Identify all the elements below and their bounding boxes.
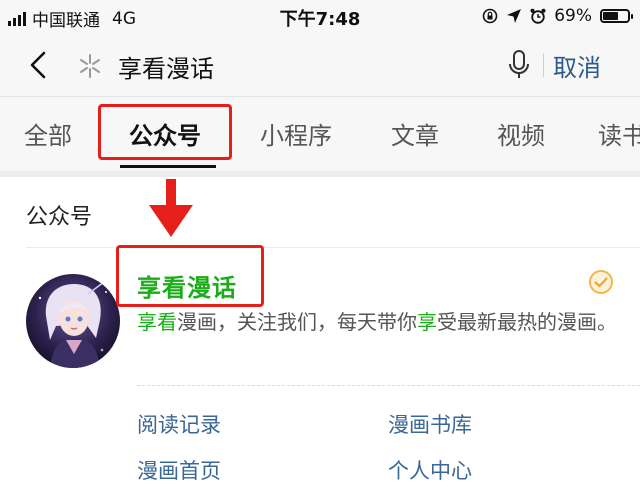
desc-highlight: 享 xyxy=(417,310,437,334)
menu-personal-center[interactable]: 个人中心 xyxy=(388,455,472,485)
tab-articles[interactable]: 文章 xyxy=(391,116,439,151)
menu-reading-history[interactable]: 阅读记录 xyxy=(137,409,221,439)
menu-comic-home[interactable]: 漫画首页 xyxy=(137,455,221,485)
battery-percent: 69% xyxy=(554,6,592,26)
official-account-icon xyxy=(80,54,100,78)
location-icon xyxy=(507,9,522,23)
tab-books[interactable]: 读书 xyxy=(598,116,640,151)
tab-mini-programs[interactable]: 小程序 xyxy=(260,116,332,151)
annotation-box-tab xyxy=(98,104,232,160)
battery-icon xyxy=(600,9,633,23)
alarm-icon xyxy=(530,8,546,24)
microphone-icon[interactable] xyxy=(506,48,532,82)
tab-all[interactable]: 全部 xyxy=(24,116,72,151)
tab-videos[interactable]: 视频 xyxy=(497,116,545,151)
avatar-illustration xyxy=(26,274,120,368)
search-input[interactable]: 享看漫话 xyxy=(118,49,214,84)
active-tab-indicator xyxy=(120,165,216,168)
result-card: 公众号 享看漫话 享看漫画，关注我们，每天带你享受最新最热的漫画。 阅读记录 漫… xyxy=(0,177,640,504)
search-bar: 享看漫话 取消 xyxy=(0,34,640,96)
status-right: 69% xyxy=(482,6,633,26)
category-tabs: 全部 公众号 小程序 文章 视频 读书 xyxy=(0,96,640,171)
back-arrow-icon[interactable] xyxy=(24,49,54,81)
desc-highlight: 享看 xyxy=(137,310,177,334)
desc-text: 漫画，关注我们，每天带你 xyxy=(177,310,417,334)
orientation-lock-icon xyxy=(482,8,498,24)
annotation-arrow-icon xyxy=(149,179,193,237)
desc-text: 受最新最热的漫画。 xyxy=(437,310,617,334)
annotation-box-account xyxy=(116,245,264,307)
section-title: 公众号 xyxy=(26,205,93,230)
menu-comic-library[interactable]: 漫画书库 xyxy=(388,409,472,439)
status-bar: 中国联通 4G 下午7:48 69% xyxy=(0,0,640,34)
account-avatar[interactable] xyxy=(26,274,120,368)
account-description: 享看漫画，关注我们，每天带你享受最新最热的漫画。 xyxy=(137,307,617,338)
search-divider xyxy=(543,53,544,77)
cancel-button[interactable]: 取消 xyxy=(553,48,601,83)
battery-fill xyxy=(603,12,618,20)
menu-divider xyxy=(137,385,640,386)
verified-badge-icon xyxy=(589,270,613,294)
